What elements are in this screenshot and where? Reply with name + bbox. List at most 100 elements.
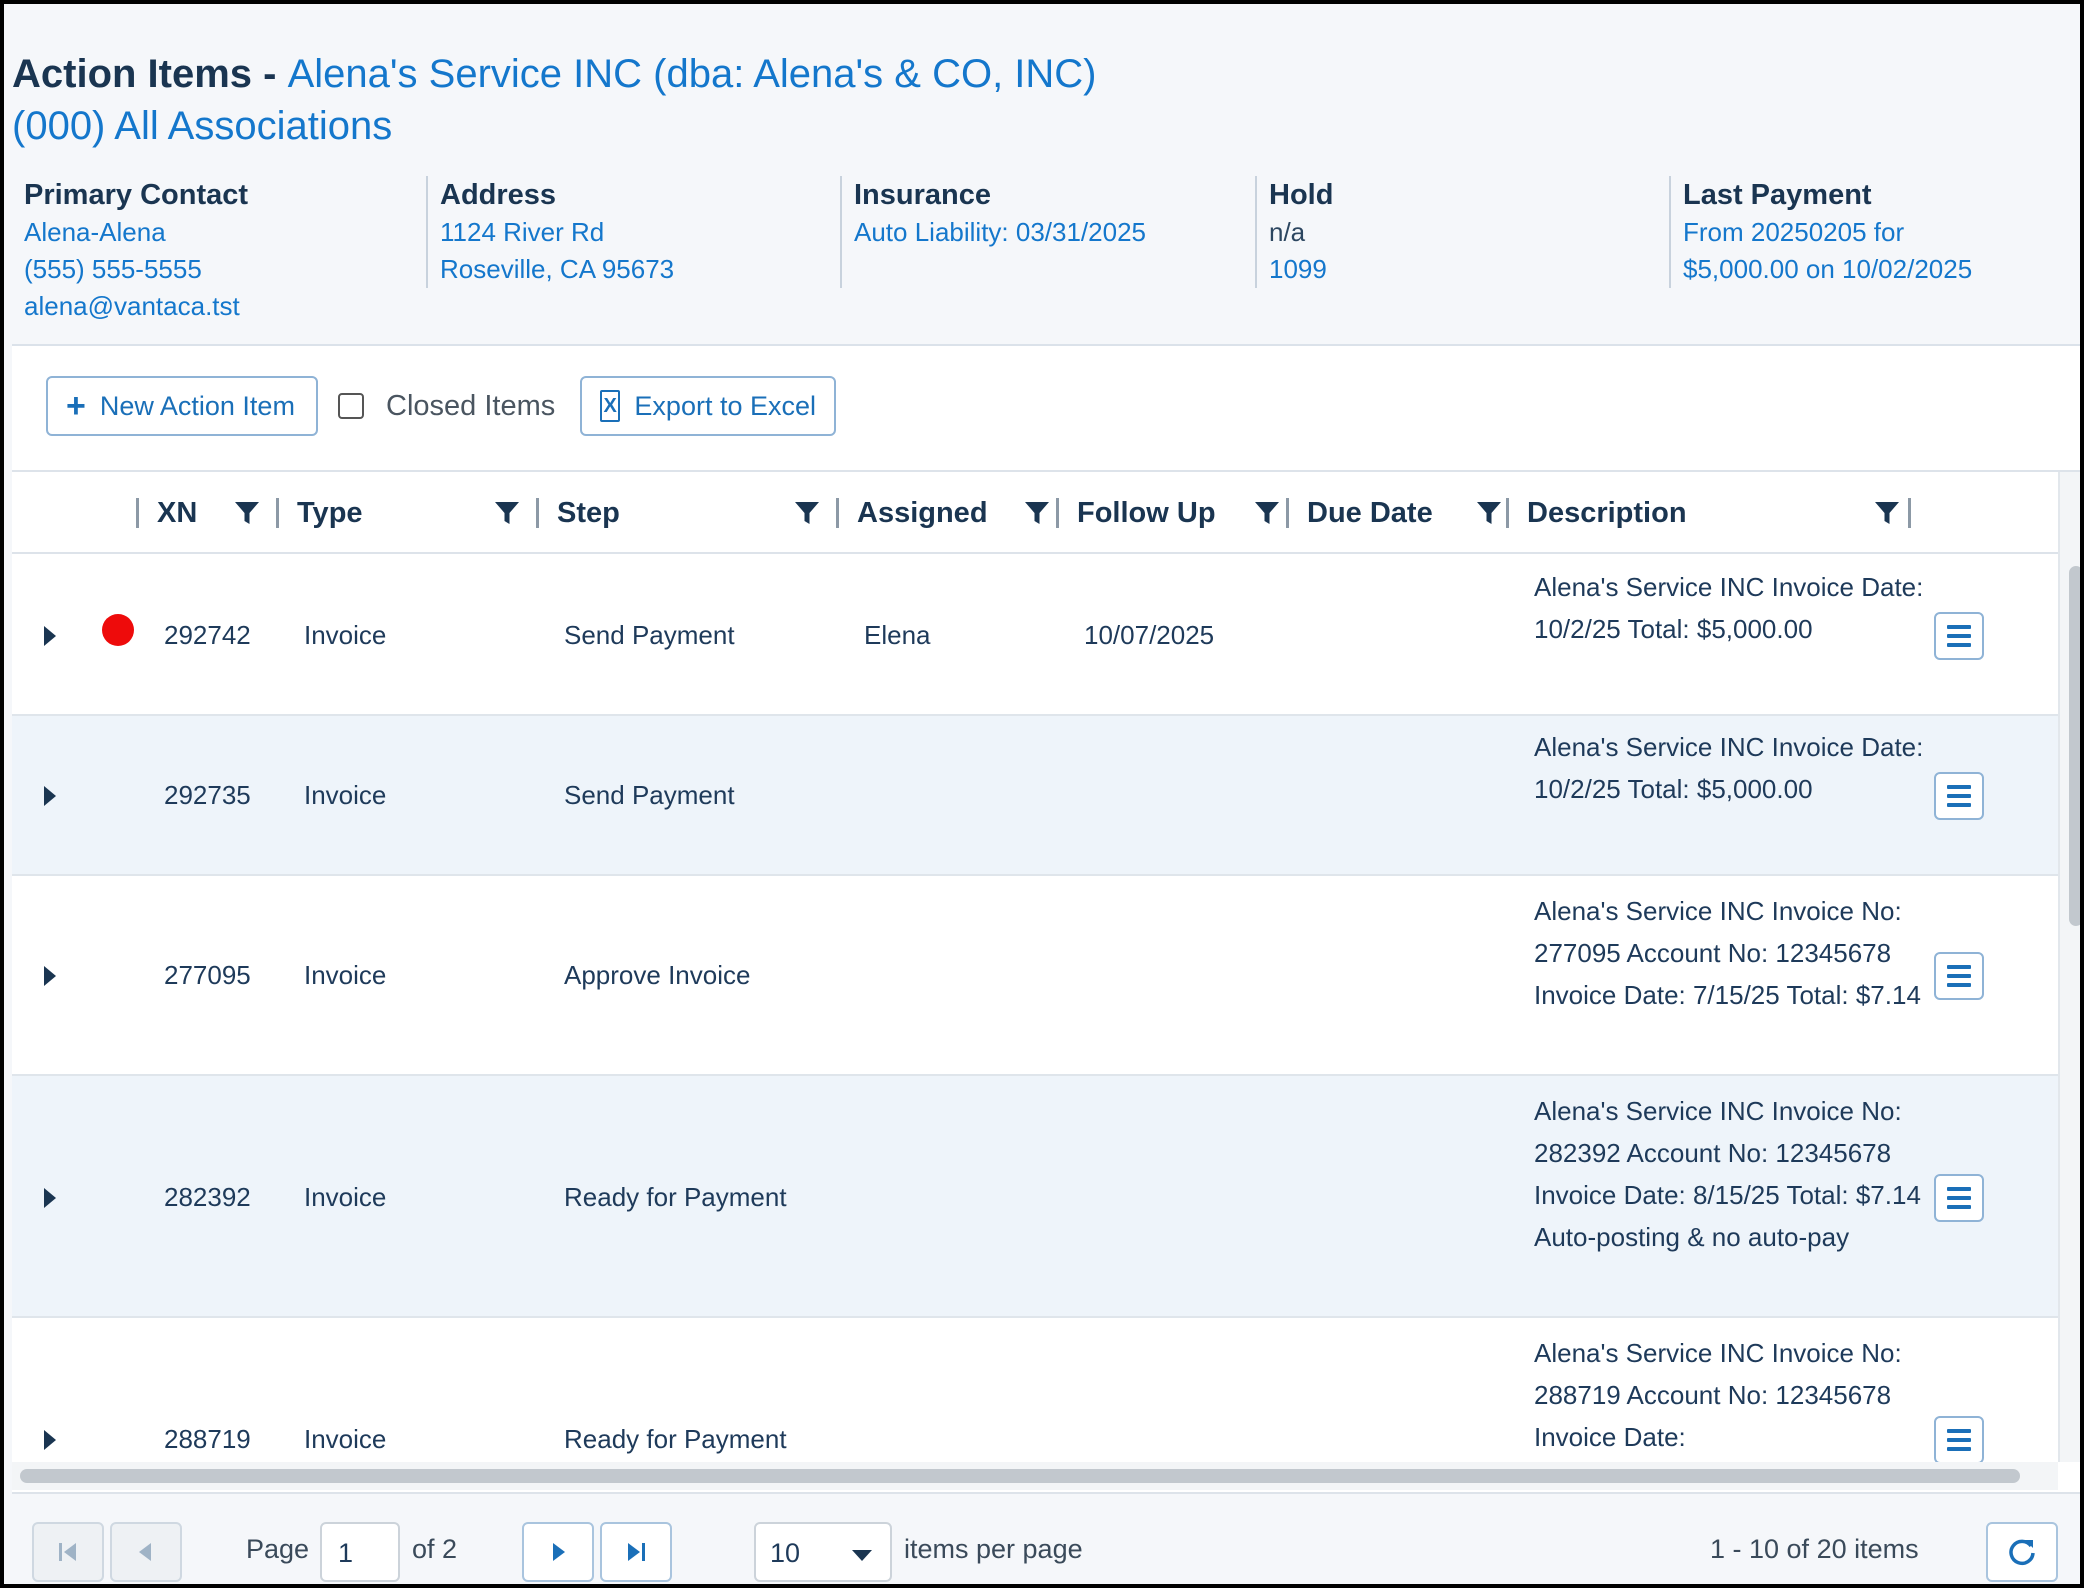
- page-size-select[interactable]: 10: [754, 1522, 892, 1582]
- hold-1099-link[interactable]: 1099: [1269, 251, 1665, 288]
- red-flag-indicator: [102, 614, 134, 646]
- cell-type: Invoice: [304, 780, 387, 810]
- cell-description: Alena's Service INC Invoice No: 288719 A…: [1534, 1338, 1902, 1452]
- cell-step: Ready for Payment: [564, 1424, 787, 1454]
- cell-description: Alena's Service INC Invoice Date: 10/2/2…: [1534, 732, 1924, 804]
- page-title-line: Action Items - Alena's Service INC (dba:…: [12, 48, 1097, 100]
- cell-xn: 288719: [164, 1424, 251, 1454]
- last-payment-line1-link[interactable]: From 20250205 for: [1683, 214, 2069, 251]
- column-assigned-label: Assigned: [857, 496, 988, 529]
- filter-icon[interactable]: [1254, 500, 1280, 526]
- contact-phone-link[interactable]: (555) 555-5555: [24, 251, 324, 288]
- column-resize-handle[interactable]: [1506, 498, 1509, 528]
- last-payment-line2-link[interactable]: $5,000.00 on 10/02/2025: [1683, 251, 2069, 288]
- next-page-button[interactable]: [522, 1522, 594, 1582]
- cell-xn: 282392: [164, 1182, 251, 1212]
- column-header-due-date[interactable]: Due Date: [1286, 472, 1506, 554]
- export-to-excel-button[interactable]: X Export to Excel: [580, 376, 836, 436]
- column-header-step[interactable]: Step: [536, 472, 836, 554]
- hold-section: Hold n/a 1099: [1255, 176, 1665, 288]
- page-header: Action Items - Alena's Service INC (dba:…: [12, 48, 1097, 152]
- column-resize-handle[interactable]: [836, 498, 839, 528]
- expand-row-icon[interactable]: [44, 626, 56, 646]
- table-row[interactable]: 292742 Invoice Send Payment Elena 10/07/…: [12, 556, 2058, 716]
- row-menu-button[interactable]: [1934, 1416, 1984, 1462]
- closed-items-checkbox[interactable]: [338, 393, 364, 419]
- column-resize-handle[interactable]: [536, 498, 539, 528]
- previous-page-icon: [139, 1543, 151, 1561]
- column-resize-handle[interactable]: [1908, 498, 1911, 528]
- cell-xn: 292735: [164, 780, 251, 810]
- column-header-assigned[interactable]: Assigned: [836, 472, 1056, 554]
- new-action-item-label: New Action Item: [99, 390, 295, 421]
- cell-description: Alena's Service INC Invoice Date: 10/2/2…: [1534, 572, 1924, 644]
- filter-icon[interactable]: [1874, 500, 1900, 526]
- refresh-icon: [2009, 1539, 2035, 1566]
- cell-xn: 292742: [164, 620, 251, 650]
- next-page-icon: [553, 1543, 565, 1561]
- address-line2-link[interactable]: Roseville, CA 95673: [440, 251, 836, 288]
- table-row[interactable]: 288719 Invoice Ready for Payment Alena's…: [12, 1318, 2058, 1462]
- filter-icon[interactable]: [1024, 500, 1050, 526]
- page-size-value: 10: [770, 1538, 801, 1568]
- filter-icon[interactable]: [494, 500, 520, 526]
- horizontal-scroll-thumb[interactable]: [20, 1469, 2020, 1483]
- row-menu-button[interactable]: [1934, 612, 1984, 660]
- expand-row-icon[interactable]: [44, 786, 56, 806]
- contact-name-link[interactable]: Alena-Alena: [24, 214, 324, 251]
- column-resize-handle[interactable]: [136, 498, 139, 528]
- last-page-button[interactable]: [600, 1522, 672, 1582]
- new-action-item-button[interactable]: + New Action Item: [46, 376, 318, 436]
- cell-xn: 277095: [164, 960, 251, 990]
- cell-assigned: Elena: [864, 620, 931, 650]
- insurance-link[interactable]: Auto Liability: 03/31/2025: [854, 214, 1250, 251]
- page-number-input[interactable]: 1: [320, 1522, 400, 1582]
- last-page-icon: [628, 1543, 645, 1561]
- row-menu-button[interactable]: [1934, 952, 1984, 1000]
- grid-header: XN Type Step Assigned Follow Up Due Date…: [12, 472, 2058, 554]
- closed-items-toggle[interactable]: Closed Items: [338, 376, 555, 436]
- expand-row-icon[interactable]: [44, 1188, 56, 1208]
- last-payment-heading: Last Payment: [1683, 179, 1872, 211]
- row-menu-button[interactable]: [1934, 1174, 1984, 1222]
- items-range-label: 1 - 10 of 20 items: [1710, 1534, 1919, 1564]
- pagination-bar: Page 1 of 2 10 items per page 1 - 10 of …: [12, 1492, 2080, 1584]
- cell-step: Send Payment: [564, 780, 735, 810]
- column-header-actions[interactable]: [1908, 472, 1938, 554]
- refresh-button[interactable]: [1986, 1522, 2058, 1582]
- filter-icon[interactable]: [794, 500, 820, 526]
- vertical-scrollbar[interactable]: [2058, 472, 2080, 1462]
- expand-row-icon[interactable]: [44, 966, 56, 986]
- horizontal-scrollbar[interactable]: [12, 1462, 2058, 1490]
- association-link[interactable]: (000) All Associations: [12, 100, 1097, 152]
- table-row[interactable]: 277095 Invoice Approve Invoice Alena's S…: [12, 876, 2058, 1076]
- column-resize-handle[interactable]: [1286, 498, 1289, 528]
- address-line1-link[interactable]: 1124 River Rd: [440, 214, 836, 251]
- items-per-page-label: items per page: [904, 1534, 1083, 1564]
- dropdown-arrow-icon: [852, 1550, 872, 1561]
- cell-type: Invoice: [304, 620, 387, 650]
- column-resize-handle[interactable]: [276, 498, 279, 528]
- vertical-scroll-thumb[interactable]: [2069, 566, 2080, 926]
- first-page-button[interactable]: [32, 1522, 104, 1582]
- export-to-excel-label: Export to Excel: [634, 390, 816, 421]
- filter-icon[interactable]: [234, 500, 260, 526]
- plus-icon: +: [66, 387, 86, 425]
- app-frame: Action Items - Alena's Service INC (dba:…: [0, 0, 2084, 1588]
- vendor-name-link[interactable]: Alena's Service INC (dba: Alena's & CO, …: [288, 52, 1097, 96]
- cell-type: Invoice: [304, 1424, 387, 1454]
- column-step-label: Step: [557, 496, 620, 529]
- previous-page-button[interactable]: [110, 1522, 182, 1582]
- contact-email-link[interactable]: alena@vantaca.tst: [24, 288, 324, 325]
- table-row[interactable]: 292735 Invoice Send Payment Alena's Serv…: [12, 716, 2058, 876]
- row-menu-button[interactable]: [1934, 772, 1984, 820]
- table-row[interactable]: 282392 Invoice Ready for Payment Alena's…: [12, 1076, 2058, 1318]
- cell-description: Alena's Service INC Invoice No: 277095 A…: [1534, 896, 1921, 1010]
- filter-icon[interactable]: [1476, 500, 1502, 526]
- column-resize-handle[interactable]: [1056, 498, 1059, 528]
- last-payment-section: Last Payment From 20250205 for $5,000.00…: [1669, 176, 2069, 288]
- cell-step: Approve Invoice: [564, 960, 751, 990]
- grid-toolbar: + New Action Item Closed Items X Export …: [12, 346, 2080, 472]
- expand-row-icon[interactable]: [44, 1430, 56, 1450]
- column-header-description[interactable]: Description: [1506, 472, 1916, 554]
